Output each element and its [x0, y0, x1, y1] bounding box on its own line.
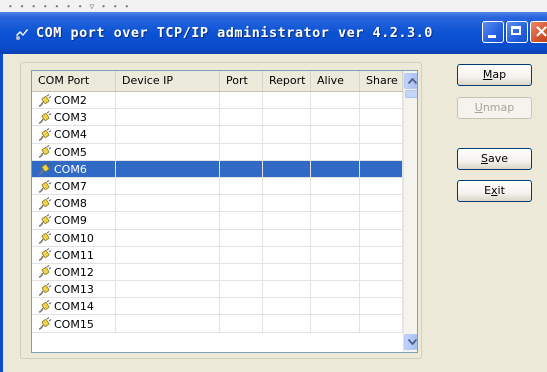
com-port-label: COM9 — [54, 214, 87, 228]
column-gridline — [32, 109, 403, 127]
serial-plug-icon — [38, 162, 52, 176]
com-port-cell: COM6 — [38, 161, 87, 178]
com-port-label: COM4 — [54, 128, 87, 142]
serial-plug-icon — [38, 231, 52, 244]
app-icon — [16, 29, 28, 40]
maximize-icon[interactable] — [506, 21, 528, 43]
scroll-thumb[interactable] — [405, 90, 417, 98]
com-port-label: COM7 — [54, 180, 87, 194]
window-title: COM port over TCP/IP administrator ver 4… — [36, 25, 433, 41]
close-icon[interactable]: × — [530, 21, 547, 43]
list-rows: COM2 COM3 COM4 COM5 COM6 COM7 COM8 COM9 COM10 COM… — [32, 92, 403, 333]
column-header-share[interactable]: Share — [360, 71, 403, 91]
scroll-up-button[interactable] — [404, 73, 417, 89]
column-header-report[interactable]: Report — [263, 71, 311, 91]
com-port-label: COM15 — [54, 317, 94, 331]
column-gridline — [32, 143, 403, 161]
table-row[interactable]: COM6 — [32, 160, 403, 178]
port-list[interactable]: COM Port Device IP Port Report Alive Sha… — [31, 70, 418, 353]
scroll-down-button[interactable] — [404, 334, 417, 350]
save-button[interactable]: Save — [457, 148, 532, 170]
serial-plug-icon — [38, 145, 52, 158]
table-row[interactable]: COM12 — [32, 263, 403, 282]
serial-plug-icon — [38, 265, 52, 279]
chevron-down-icon — [408, 339, 417, 345]
com-port-label: COM2 — [54, 94, 87, 108]
table-row[interactable]: COM4 — [32, 126, 403, 144]
column-gridline — [32, 126, 403, 144]
com-port-cell: COM11 — [38, 247, 94, 264]
com-port-label: COM6 — [54, 162, 87, 176]
title-bar[interactable]: COM port over TCP/IP administrator ver 4… — [0, 12, 547, 54]
column-gridline — [32, 160, 403, 178]
com-port-cell: COM4 — [38, 126, 87, 143]
map-button[interactable]: Map — [457, 64, 532, 86]
com-port-cell: COM7 — [38, 178, 87, 195]
com-port-cell: COM2 — [38, 92, 87, 109]
table-row[interactable]: COM13 — [32, 281, 403, 299]
table-row[interactable]: COM9 — [32, 212, 403, 230]
com-port-label: COM13 — [54, 283, 94, 297]
column-gridline — [32, 177, 403, 196]
com-port-label: COM8 — [54, 197, 87, 211]
table-row[interactable]: COM14 — [32, 298, 403, 316]
serial-plug-icon — [38, 317, 52, 330]
com-port-label: COM12 — [54, 265, 94, 279]
column-header-alive[interactable]: Alive — [311, 71, 360, 91]
table-row[interactable]: COM5 — [32, 143, 403, 161]
com-port-label: COM10 — [54, 231, 94, 245]
column-gridline — [32, 92, 403, 110]
com-port-label: COM11 — [54, 248, 94, 262]
vertical-scrollbar[interactable] — [403, 71, 417, 352]
com-port-cell: COM3 — [38, 109, 87, 126]
column-header-device-ip[interactable]: Device IP — [116, 71, 220, 91]
com-port-label: COM5 — [54, 145, 87, 159]
serial-plug-icon — [38, 128, 52, 141]
list-header: COM Port Device IP Port Report Alive Sha… — [32, 71, 403, 92]
chevron-up-icon — [408, 78, 417, 84]
unmap-button[interactable]: Unmap — [457, 97, 532, 119]
table-row[interactable]: COM7 — [32, 177, 403, 196]
serial-plug-icon — [38, 196, 52, 210]
table-row[interactable]: COM15 — [32, 315, 403, 333]
com-port-cell: COM9 — [38, 212, 87, 229]
table-row[interactable]: COM11 — [32, 246, 403, 264]
serial-plug-icon — [38, 179, 52, 193]
com-port-cell: COM5 — [38, 144, 87, 161]
column-header-port[interactable]: Port — [220, 71, 263, 91]
serial-plug-icon — [38, 110, 52, 124]
com-port-label: COM14 — [54, 300, 94, 314]
column-header-com-port[interactable]: COM Port — [32, 71, 116, 91]
com-port-cell: COM12 — [38, 264, 94, 281]
column-gridline — [32, 212, 403, 230]
com-port-cell: COM14 — [38, 298, 94, 315]
serial-plug-icon — [38, 282, 52, 296]
table-row[interactable]: COM10 — [32, 229, 403, 247]
background-scribble: ∙ ∙ ∙ ∙ ∙ ∙ ∙ ▽ ∙ ∙ ∙ — [8, 2, 131, 11]
com-port-cell: COM8 — [38, 195, 87, 212]
com-port-label: COM3 — [54, 111, 87, 125]
serial-plug-icon — [38, 248, 52, 262]
com-port-cell: COM15 — [38, 315, 94, 332]
serial-plug-icon — [38, 93, 52, 107]
exit-button[interactable]: Exit — [457, 180, 532, 202]
serial-plug-icon — [38, 299, 52, 313]
com-port-cell: COM10 — [38, 230, 94, 247]
minimize-icon[interactable] — [482, 21, 504, 43]
table-row[interactable]: COM2 — [32, 92, 403, 110]
table-row[interactable]: COM3 — [32, 109, 403, 127]
com-port-cell: COM13 — [38, 281, 94, 298]
serial-plug-icon — [38, 214, 52, 227]
column-gridline — [32, 195, 403, 213]
table-row[interactable]: COM8 — [32, 195, 403, 213]
